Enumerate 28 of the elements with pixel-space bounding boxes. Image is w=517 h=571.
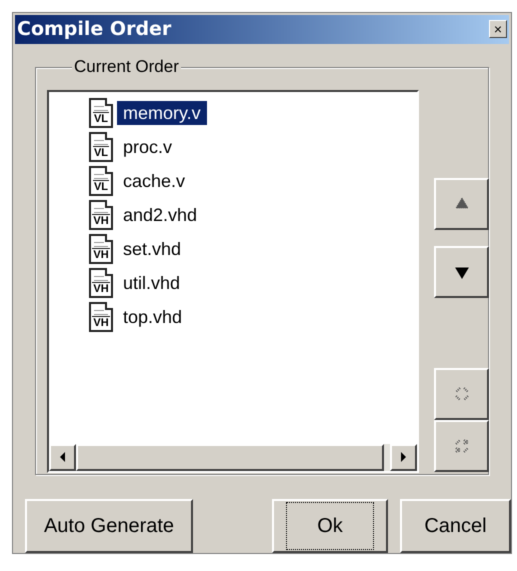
- scroll-left-button[interactable]: [49, 444, 76, 471]
- close-button[interactable]: ×: [489, 20, 507, 38]
- file-icon: VH: [89, 200, 113, 230]
- dialog-button[interactable]: Ok: [272, 499, 388, 553]
- horizontal-scrollbar[interactable]: [49, 444, 418, 471]
- scroll-right-button[interactable]: [390, 444, 418, 471]
- dialog-button[interactable]: Auto Generate: [25, 499, 193, 553]
- file-icon: VH: [89, 302, 113, 332]
- window-title: Compile Order: [17, 17, 172, 42]
- file-item[interactable]: and2.vhd: [117, 202, 204, 227]
- expand-icon: [454, 438, 470, 454]
- down-button[interactable]: [434, 246, 490, 298]
- right-arrow-icon: [401, 452, 406, 462]
- file-icon: VL: [89, 166, 113, 196]
- dialog-button[interactable]: Cancel: [400, 499, 511, 553]
- file-item[interactable]: memory.v: [117, 100, 207, 125]
- file-icon: VL: [89, 98, 113, 128]
- collapse-icon: [454, 386, 470, 402]
- file-item[interactable]: top.vhd: [117, 304, 188, 329]
- file-item[interactable]: cache.v: [117, 168, 192, 193]
- scroll-thumb[interactable]: [76, 444, 384, 471]
- left-arrow-icon: [60, 452, 65, 462]
- file-item[interactable]: util.vhd: [117, 270, 186, 295]
- file-icon: VH: [89, 234, 113, 264]
- file-item[interactable]: proc.v: [117, 134, 178, 159]
- file-item[interactable]: set.vhd: [117, 236, 188, 261]
- file-icon: VH: [89, 268, 113, 298]
- file-icon: VL: [89, 132, 113, 162]
